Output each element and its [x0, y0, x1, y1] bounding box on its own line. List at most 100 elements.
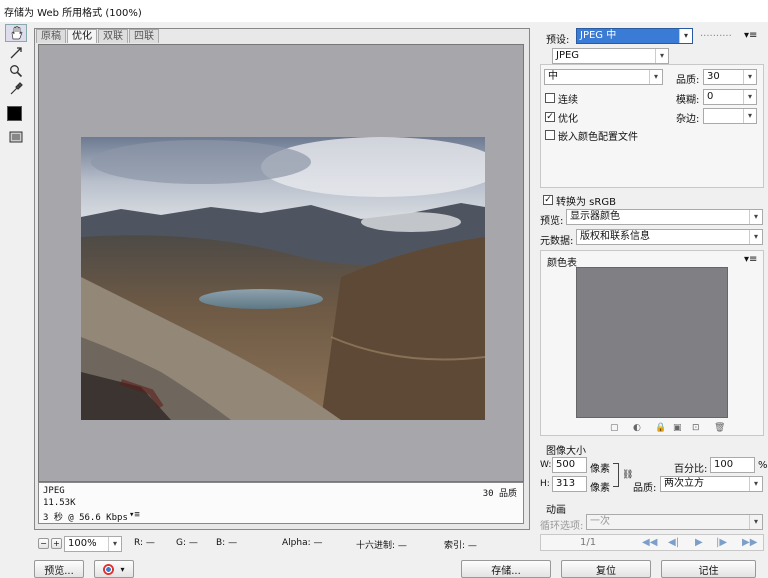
optimized-label: 优化: [558, 114, 578, 125]
width-input[interactable]: 500: [552, 457, 587, 473]
color-table-menu-icon[interactable]: ▾≡: [744, 254, 757, 265]
status-bar: − + 100% ▾ R: — G: — B: — Alpha: — 十六进制:…: [34, 534, 530, 552]
loop-value: 一次: [590, 516, 610, 527]
zoom-out-button[interactable]: −: [38, 538, 49, 549]
optimization-info-panel: JPEG 11.53K 3 秒 @ 56.6 Kbps ▾≡ 30 品质: [38, 482, 524, 524]
eyedropper-color-swatch[interactable]: [7, 106, 22, 121]
info-file-size: 11.53K: [43, 498, 76, 508]
percent-value: 100: [714, 459, 734, 470]
image-size-title: 图像大小: [546, 446, 586, 457]
preview-button[interactable]: 预览...: [34, 560, 84, 578]
quality-preset-select[interactable]: 中 ▾: [544, 69, 663, 85]
first-frame-icon[interactable]: ◀◀: [642, 537, 657, 548]
save-button[interactable]: 存储...: [461, 560, 551, 578]
embed-profile-checkbox[interactable]: [545, 130, 555, 140]
reset-button[interactable]: 复位: [561, 560, 651, 578]
chevron-down-icon: ▾: [655, 49, 668, 63]
height-unit: 像素: [590, 483, 610, 494]
animation-title: 动画: [546, 505, 566, 516]
loop-select[interactable]: 一次 ▾: [586, 514, 763, 530]
progressive-checkbox[interactable]: [545, 93, 555, 103]
resample-quality-label: 品质:: [633, 483, 657, 494]
preset-select[interactable]: JPEG 中 ▾: [576, 28, 693, 44]
readout-blue: B: —: [216, 538, 238, 548]
zoom-level-value: 100%: [68, 538, 97, 549]
preview-label: 预览:: [540, 216, 564, 227]
resample-select[interactable]: 两次立方 ▾: [660, 476, 763, 492]
metadata-select[interactable]: 版权和联系信息 ▾: [576, 229, 763, 245]
percent-input[interactable]: 100: [710, 457, 755, 473]
file-format-select[interactable]: JPEG ▾: [552, 48, 669, 64]
tab-2-up[interactable]: 双联: [98, 29, 128, 43]
chevron-down-icon: ▾: [120, 564, 125, 574]
width-value: 500: [556, 459, 576, 470]
eyedropper-icon[interactable]: [5, 80, 27, 98]
chevron-down-icon: ▾: [749, 477, 762, 491]
chevron-down-icon: ▾: [108, 537, 121, 551]
tab-optimized[interactable]: 优化: [67, 29, 97, 43]
chevron-down-icon: ▾: [749, 230, 762, 244]
chevron-down-icon: ▾: [649, 70, 662, 84]
quality-input[interactable]: 30 ▾: [703, 69, 757, 85]
preview-value: 显示器颜色: [570, 211, 620, 222]
tab-original[interactable]: 原稿: [36, 29, 66, 43]
browser-select[interactable]: ▾: [94, 560, 134, 578]
trash-icon[interactable]: 🗑: [714, 423, 725, 433]
add-color-icon[interactable]: ▣: [673, 423, 682, 433]
zoom-level-select[interactable]: 100% ▾: [64, 536, 122, 552]
constrain-bracket: [613, 463, 619, 487]
convert-srgb-label: 转换为 sRGB: [556, 197, 616, 208]
next-frame-icon[interactable]: |▶: [716, 537, 727, 548]
hand-tool-icon[interactable]: [5, 24, 27, 42]
title-bar: 存储为 Web 所用格式 (100%): [0, 0, 768, 22]
optimized-checkbox[interactable]: ✓: [545, 112, 555, 122]
height-input[interactable]: 313: [552, 476, 587, 492]
slice-select-icon[interactable]: [5, 44, 27, 62]
matte-select[interactable]: ▾: [703, 108, 757, 124]
embed-profile-label: 嵌入颜色配置文件: [558, 132, 638, 143]
preview-image: [81, 137, 485, 420]
quality-value: 30: [707, 71, 720, 82]
link-icon[interactable]: ⛓: [622, 470, 633, 480]
chevron-down-icon: ▾: [749, 515, 762, 529]
new-color-icon[interactable]: ⊡: [692, 423, 700, 433]
chevron-down-icon: ▾: [749, 210, 762, 224]
file-format-value: JPEG: [556, 50, 580, 61]
preview-select[interactable]: 显示器颜色 ▾: [566, 209, 763, 225]
info-download-time: 3 秒 @ 56.6 Kbps: [43, 513, 128, 523]
color-table-title: 颜色表: [547, 258, 577, 269]
readout-red: R: —: [134, 538, 155, 548]
blur-input[interactable]: 0 ▾: [703, 89, 757, 105]
optimize-menu-icon[interactable]: ▾≡: [744, 30, 757, 41]
width-label: W:: [540, 460, 552, 470]
lock-color-icon[interactable]: 🔒: [655, 423, 666, 433]
tab-4-up[interactable]: 四联: [129, 29, 159, 43]
blur-label: 模糊:: [676, 95, 700, 106]
chevron-down-icon: ▾: [743, 109, 756, 123]
color-table-swatch-area: [576, 267, 728, 418]
frame-counter: 1/1: [580, 537, 597, 548]
height-label: H:: [540, 479, 550, 489]
matte-label: 杂边:: [676, 114, 700, 125]
toggle-slice-visibility-icon[interactable]: [5, 128, 27, 146]
quality-label: 品质:: [676, 75, 700, 86]
map-color-icon[interactable]: ▢: [610, 423, 619, 433]
chevron-down-icon: ▾: [679, 29, 692, 43]
view-tabs: 原稿 优化 双联 四联: [36, 29, 160, 43]
window-title: 存储为 Web 所用格式 (100%): [4, 8, 142, 19]
width-unit: 像素: [590, 464, 610, 475]
last-frame-icon[interactable]: ▶▶: [742, 537, 757, 548]
percent-label: 百分比:: [674, 464, 708, 475]
previous-frame-icon[interactable]: ◀|: [668, 537, 679, 548]
zoom-in-button[interactable]: +: [51, 538, 62, 549]
play-icon[interactable]: ▶: [695, 537, 703, 548]
preset-label: 预设:: [546, 35, 570, 46]
web-shift-icon[interactable]: ◐: [633, 423, 641, 433]
percent-unit: %: [758, 460, 768, 471]
convert-srgb-checkbox[interactable]: ✓: [543, 195, 553, 205]
remember-button[interactable]: 记住: [661, 560, 756, 578]
blur-value: 0: [707, 91, 714, 102]
resample-value: 两次立方: [664, 478, 704, 489]
zoom-icon[interactable]: [5, 62, 27, 80]
download-time-menu-icon[interactable]: ▾≡: [129, 510, 140, 520]
